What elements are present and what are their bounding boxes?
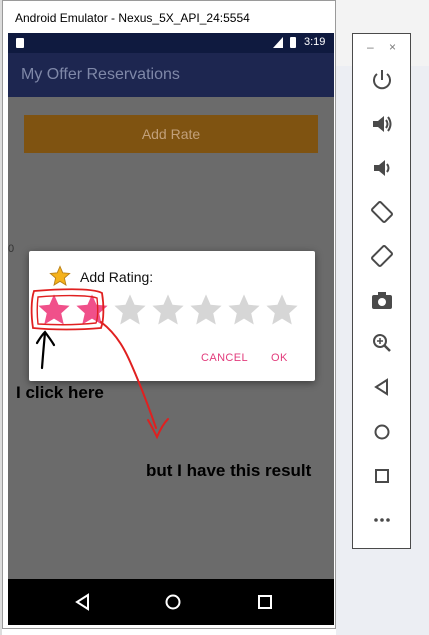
power-icon[interactable] [369,67,395,93]
annotation-click-note: I click here [16,383,104,402]
app-content: My Offer Reservations Add Rate 0 Add Rat… [8,53,334,579]
desktop: Android Emulator - Nexus_5X_API_24:5554 … [0,0,429,635]
sd-card-icon [16,38,24,48]
signal-icon [273,37,283,48]
filled-star-icon[interactable] [75,293,109,327]
home-icon[interactable] [160,589,186,615]
status-time: 3:19 [304,36,326,48]
rotate-left-icon[interactable] [369,199,395,225]
add-rate-button[interactable]: Add Rate [24,115,318,153]
status-bar: 3:19 [8,33,334,53]
dialog-title: Add Rating: [80,269,154,285]
zoom-icon[interactable] [369,330,395,356]
app-bar: My Offer Reservations [8,53,334,97]
empty-star-icon[interactable] [113,293,147,327]
empty-star-icon[interactable] [151,293,185,327]
home-icon[interactable] [369,419,395,445]
nav-bar [8,579,334,625]
volume-up-icon[interactable] [369,111,395,137]
minimize-button[interactable]: – [367,40,374,54]
window-titlebar[interactable]: Android Emulator - Nexus_5X_API_24:5554 [3,1,335,34]
empty-star-icon[interactable] [227,293,261,327]
app-title: My Offer Reservations [21,66,180,83]
camera-icon[interactable] [369,287,395,313]
close-button[interactable]: × [389,40,396,54]
empty-star-icon[interactable] [189,293,223,327]
emulator-controls-panel: – × [352,33,411,549]
back-icon[interactable] [369,374,395,400]
volume-down-icon[interactable] [369,155,395,181]
phone-screen: 3:19 My Offer Reservations Add Rate 0 Ad… [8,33,334,625]
star-icon [49,265,71,286]
rating-bar[interactable] [29,291,315,331]
cancel-button[interactable]: CANCEL [201,352,248,364]
emulator-window: Android Emulator - Nexus_5X_API_24:5554 … [2,0,336,629]
window-title: Android Emulator - Nexus_5X_API_24:5554 [15,10,250,25]
add-rating-dialog: Add Rating: CANCEL OK [29,251,315,381]
stray-zero-text: 0 [8,243,15,255]
empty-star-icon[interactable] [265,293,299,327]
recents-icon[interactable] [252,589,278,615]
overview-icon[interactable] [369,463,395,489]
battery-icon [290,37,296,48]
ok-button[interactable]: OK [271,352,288,364]
annotation-result-note: but I have this result [146,461,312,480]
back-icon[interactable] [70,589,96,615]
filled-star-icon[interactable] [37,293,71,327]
rotate-right-icon[interactable] [369,243,395,269]
more-icon[interactable] [369,507,395,533]
